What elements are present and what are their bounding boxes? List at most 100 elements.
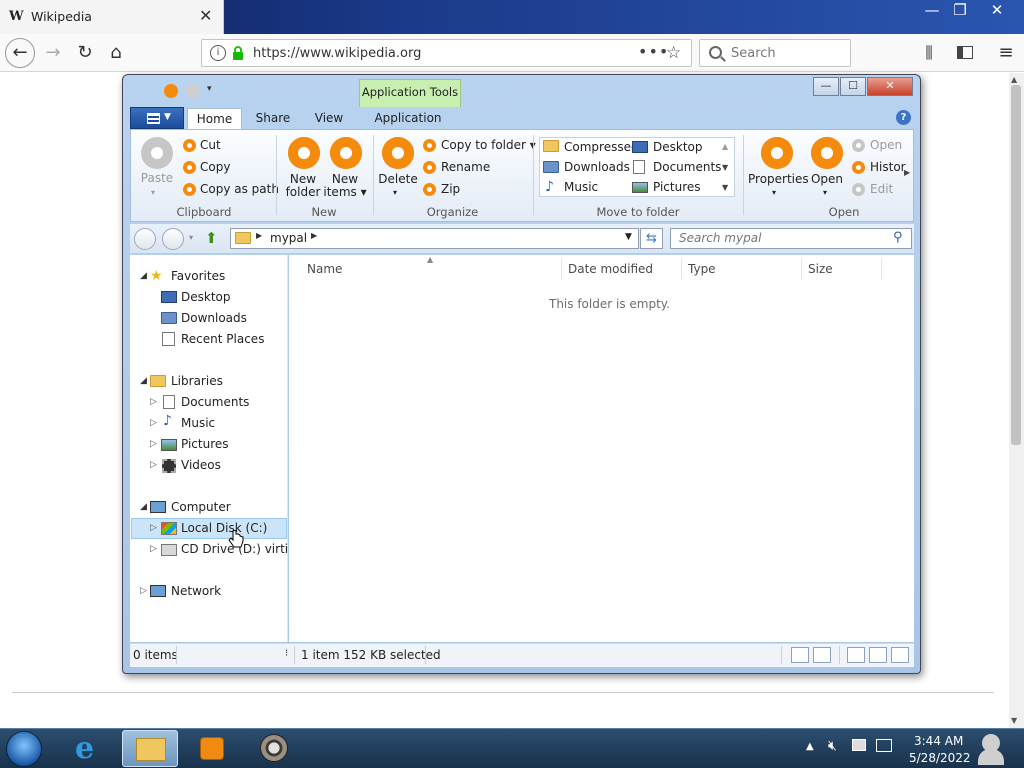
nav-music[interactable]: Music (181, 416, 215, 430)
details-view-icon[interactable] (791, 647, 809, 663)
back-arrow-icon[interactable]: ← (5, 38, 35, 68)
expand-arrow-icon[interactable]: ▷ (150, 460, 157, 470)
browser-tab[interactable]: W Wikipedia ✕ (0, 0, 224, 34)
browser-close-button[interactable]: ✕ (979, 0, 1015, 22)
library-icon[interactable]: ⫼ (914, 39, 944, 67)
show-hidden-icons-icon[interactable]: ▲ (806, 741, 814, 752)
taskbar-mypal-button[interactable] (246, 730, 302, 767)
home-icon[interactable]: ⌂ (101, 39, 131, 67)
nav-computer[interactable]: Computer (171, 500, 231, 514)
tab-home[interactable]: Home (187, 108, 242, 130)
collapse-arrow-icon[interactable]: ◢ (140, 271, 147, 281)
ribbon-scroll-right-icon[interactable]: ▶ (904, 168, 910, 177)
nav-local-disk[interactable]: Local Disk (C:) (181, 521, 267, 535)
nav-documents[interactable]: Documents (181, 395, 249, 409)
start-button[interactable] (4, 729, 44, 767)
page-actions-icon[interactable]: ••• (638, 42, 669, 61)
nav-network[interactable]: Network (171, 584, 221, 598)
nav-desktop[interactable]: Desktop (181, 290, 231, 304)
collapse-arrow-icon[interactable]: ◢ (140, 376, 147, 386)
browser-search-input[interactable]: Search (699, 39, 851, 67)
explorer-minimize-button[interactable]: — (813, 77, 839, 96)
delete-button[interactable]: Delete (375, 173, 421, 186)
browser-restore-button[interactable]: ❐ (942, 0, 978, 22)
help-icon[interactable]: ? (896, 110, 911, 125)
zip-button[interactable]: Zip (441, 182, 460, 196)
history-icon[interactable] (852, 161, 865, 174)
reload-icon[interactable]: ↻ (70, 39, 100, 67)
clock-date[interactable]: 5/28/2022 (909, 751, 971, 765)
move-to-downloads[interactable]: Downloads (564, 160, 630, 174)
expand-arrow-icon[interactable]: ▷ (150, 397, 157, 407)
refresh-icon[interactable]: ⇆ (640, 228, 663, 249)
copy-as-path-icon[interactable] (183, 183, 196, 196)
column-date-modified[interactable]: Date modified (568, 262, 653, 276)
taskbar-ie-button[interactable]: e (62, 730, 118, 767)
column-name[interactable]: Name (307, 262, 342, 276)
paste-button[interactable]: Paste (136, 172, 178, 185)
file-menu-button[interactable]: ▼ (130, 107, 184, 129)
gallery-scroll-down-icon[interactable]: ▼ (722, 163, 728, 172)
menu-hamburger-icon[interactable]: ≡ (991, 39, 1021, 67)
tab-share[interactable]: Share (250, 108, 296, 130)
breadcrumb-mypal[interactable]: mypal (270, 231, 307, 245)
open-small-icon[interactable] (852, 139, 865, 152)
nav-recent-places[interactable]: Recent Places (181, 332, 264, 346)
tab-view[interactable]: View (307, 108, 351, 130)
nav-favorites[interactable]: Favorites (171, 269, 225, 283)
copy-to-folder-icon[interactable] (423, 139, 436, 152)
address-dropdown-icon[interactable]: ▼ (625, 232, 632, 242)
new-items-icon[interactable] (330, 137, 362, 169)
collapse-arrow-icon[interactable]: ◢ (140, 502, 147, 512)
gallery-expand-icon[interactable]: ▼ (722, 183, 728, 192)
zip-icon[interactable] (423, 183, 436, 196)
network-tray-icon[interactable] (876, 739, 892, 752)
preview-pane-off-icon[interactable] (847, 647, 865, 663)
expand-arrow-icon[interactable]: ▷ (140, 586, 147, 596)
taskbar-media-player-button[interactable] (184, 730, 240, 767)
move-to-documents[interactable]: Documents (653, 160, 721, 174)
explorer-close-button[interactable]: ✕ (867, 77, 913, 96)
up-arrow-icon[interactable]: ⬆ (205, 229, 218, 247)
column-size[interactable]: Size (808, 262, 833, 276)
open-button[interactable]: Open (806, 173, 848, 186)
nav-downloads[interactable]: Downloads (181, 311, 247, 325)
expand-arrow-icon[interactable]: ▷ (150, 418, 157, 428)
copy-as-path-button[interactable]: Copy as path (200, 182, 279, 196)
rename-button[interactable]: Rename (441, 160, 490, 174)
preview-pane-icon[interactable] (869, 647, 887, 663)
expand-arrow-icon[interactable]: ▷ (150, 439, 157, 449)
gallery-scroll-up-icon[interactable]: ▲ (722, 142, 728, 151)
scroll-down-icon[interactable]: ▼ (1011, 716, 1017, 725)
qat-newfolder-icon[interactable] (186, 84, 200, 98)
qat-properties-icon[interactable] (164, 84, 178, 98)
paste-icon[interactable] (141, 137, 173, 169)
new-folder-label-2[interactable]: folder (282, 186, 324, 199)
url-bar[interactable]: i https://www.wikipedia.org ••• ☆ (201, 39, 692, 67)
expand-arrow-icon[interactable]: ▷ (150, 544, 157, 554)
lock-icon[interactable] (232, 46, 244, 60)
large-icons-view-icon[interactable] (813, 647, 831, 663)
history-button[interactable]: Histor (870, 160, 906, 174)
address-bar[interactable]: ▶ mypal ▶ ▼ (230, 228, 639, 249)
taskbar-explorer-button[interactable] (122, 730, 178, 767)
cut-icon[interactable] (183, 139, 196, 152)
new-folder-icon[interactable] (288, 137, 320, 169)
forward-arrow-icon[interactable]: → (38, 39, 68, 67)
nav-pictures[interactable]: Pictures (181, 437, 229, 451)
move-to-pictures[interactable]: Pictures (653, 180, 701, 194)
column-type[interactable]: Type (688, 262, 716, 276)
properties-button[interactable]: Properties (748, 173, 809, 186)
delete-icon[interactable] (382, 137, 414, 169)
details-pane-icon[interactable] (891, 647, 909, 663)
qat-customize-icon[interactable]: ▾ (207, 84, 212, 94)
properties-icon[interactable] (761, 137, 793, 169)
forward-icon[interactable] (162, 228, 184, 250)
action-center-icon[interactable] (852, 739, 866, 751)
open-icon[interactable] (811, 137, 843, 169)
open-small-button[interactable]: Open (870, 138, 902, 152)
expand-arrow-icon[interactable]: ▷ (150, 523, 157, 533)
edit-icon[interactable] (852, 183, 865, 196)
new-items-label-2[interactable]: items ▾ (322, 186, 368, 199)
back-icon[interactable] (134, 228, 156, 250)
